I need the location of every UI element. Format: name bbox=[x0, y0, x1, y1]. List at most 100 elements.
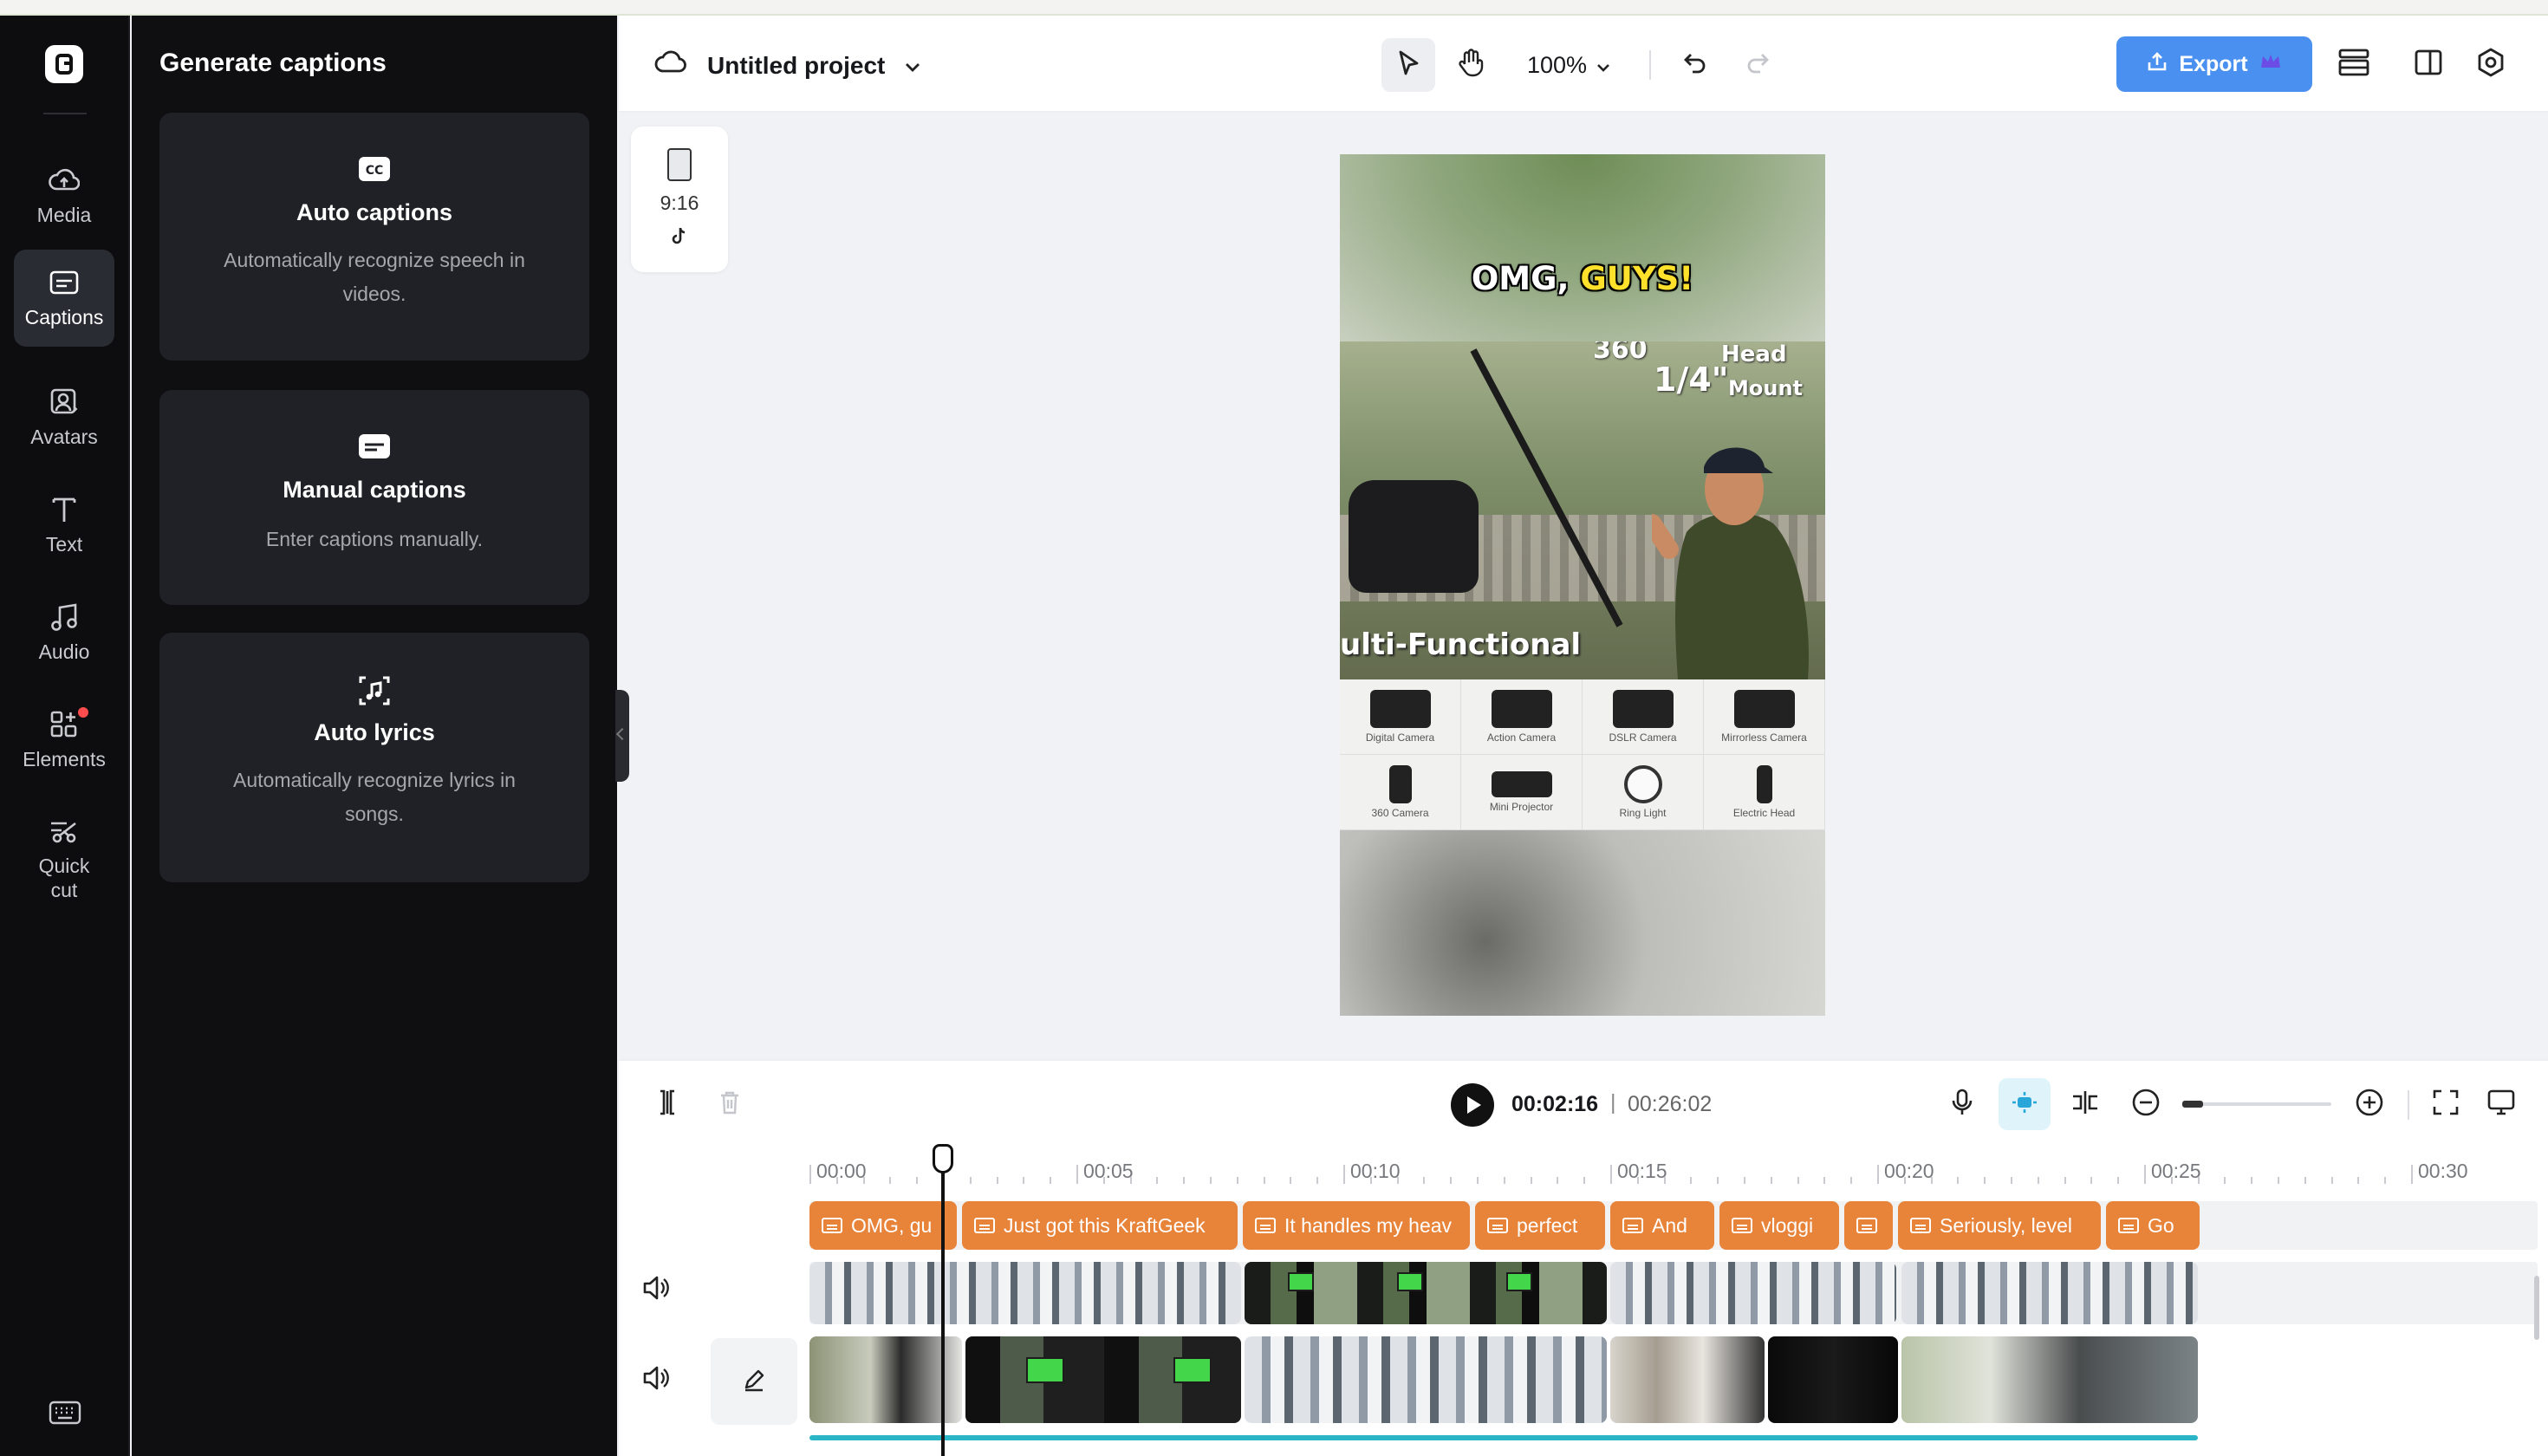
keyboard-shortcuts-icon[interactable] bbox=[49, 1400, 81, 1426]
layers-button[interactable] bbox=[2335, 45, 2373, 83]
delete-button[interactable] bbox=[711, 1085, 749, 1123]
ruler-tick bbox=[1957, 1177, 1960, 1184]
split-button[interactable] bbox=[648, 1085, 686, 1123]
chevron-down-icon bbox=[904, 52, 921, 80]
auto-snap-toggle[interactable] bbox=[1999, 1078, 2051, 1130]
ruler-tick bbox=[2357, 1177, 2360, 1184]
zoom-dropdown[interactable]: 100% bbox=[1527, 52, 1611, 79]
project-menu[interactable]: Untitled project bbox=[653, 49, 921, 82]
edit-cover-button[interactable] bbox=[711, 1338, 797, 1425]
ruler-tick bbox=[1129, 1177, 1132, 1184]
auto-captions-card[interactable]: CC Auto captions Automatically recognize… bbox=[159, 113, 589, 361]
sidebar-item-quick-cut[interactable]: Quick cut bbox=[14, 803, 114, 915]
fit-timeline-button[interactable] bbox=[2427, 1085, 2465, 1123]
video-preview[interactable]: OMG, GUYS! 360 1/4" Head Mount ulti-Func… bbox=[1340, 154, 1825, 1016]
aspect-ratio-selector[interactable]: 9:16 bbox=[631, 127, 728, 272]
auto-lyrics-card[interactable]: Auto lyrics Automatically recognize lyri… bbox=[159, 633, 589, 882]
sidebar-item-audio[interactable]: Audio bbox=[14, 588, 114, 678]
zoom-out-button[interactable] bbox=[2127, 1085, 2165, 1123]
caption-clip[interactable]: It handles my heav bbox=[1243, 1201, 1470, 1250]
app-logo[interactable] bbox=[45, 45, 83, 83]
manual-captions-card[interactable]: Manual captions Enter captions manually. bbox=[159, 390, 589, 605]
undo-button[interactable] bbox=[1668, 38, 1722, 92]
collapse-panel-handle[interactable] bbox=[615, 690, 629, 782]
device-label: Digital Camera bbox=[1365, 731, 1435, 744]
video-clip[interactable] bbox=[1610, 1336, 1765, 1423]
export-button[interactable]: Export bbox=[2116, 36, 2312, 92]
video-clip[interactable] bbox=[1901, 1262, 2198, 1324]
upload-icon bbox=[2146, 50, 2168, 79]
video-clip[interactable] bbox=[1610, 1262, 1896, 1324]
time-ruler[interactable]: 00:00 00:05 00:10 00:15 00:20 00:25 00:3… bbox=[619, 1146, 2548, 1184]
ruler-tick bbox=[1023, 1177, 1025, 1184]
preview-mode-button[interactable] bbox=[2482, 1085, 2520, 1123]
zoom-in-button[interactable] bbox=[2350, 1085, 2389, 1123]
captions-icon bbox=[49, 267, 80, 298]
video-clip[interactable] bbox=[1768, 1336, 1898, 1423]
layout-toggle-button[interactable] bbox=[2409, 45, 2447, 83]
caption-clip[interactable]: And bbox=[1610, 1201, 1714, 1250]
ruler-tick bbox=[916, 1177, 919, 1184]
ruler-tick bbox=[1690, 1177, 1693, 1184]
ruler-tick bbox=[1903, 1177, 1906, 1184]
video-clip[interactable] bbox=[1901, 1336, 2198, 1423]
video-clip[interactable] bbox=[965, 1336, 1241, 1423]
cursor-arrow-icon bbox=[1395, 49, 1421, 81]
rail-divider bbox=[43, 113, 87, 114]
hand-tool-button[interactable] bbox=[1444, 38, 1498, 92]
sidebar-item-media[interactable]: Media bbox=[14, 151, 114, 241]
sidebar-item-elements[interactable]: Elements bbox=[14, 695, 114, 785]
caption-clip[interactable]: vloggi bbox=[1719, 1201, 1839, 1250]
current-time: 00:02:16 bbox=[1511, 1092, 1599, 1116]
caption-clip[interactable]: Just got this KraftGeek bbox=[962, 1201, 1238, 1250]
ruler-tick bbox=[996, 1177, 998, 1184]
toolbar-divider bbox=[1649, 50, 1652, 80]
cc-icon: CC bbox=[357, 154, 392, 185]
video-clip[interactable] bbox=[1245, 1262, 1607, 1324]
device-cell: Ring Light bbox=[1583, 755, 1704, 830]
video-clip[interactable] bbox=[809, 1262, 1241, 1324]
ruler-label: 00:05 bbox=[1083, 1160, 1134, 1182]
timeline-zoom-slider[interactable] bbox=[2182, 1101, 2331, 1108]
zoom-slider-handle[interactable] bbox=[2182, 1101, 2203, 1108]
track-audio-toggle[interactable] bbox=[641, 1274, 676, 1309]
redo-button[interactable] bbox=[1731, 38, 1784, 92]
timeline-scrollbar[interactable] bbox=[2534, 1276, 2539, 1340]
caption-clip-text: vloggi bbox=[1761, 1213, 1814, 1237]
card-title: Auto lyrics bbox=[314, 719, 435, 745]
device-cell: Action Camera bbox=[1461, 679, 1583, 755]
select-tool-button[interactable] bbox=[1381, 38, 1435, 92]
ruler-label: 00:00 bbox=[816, 1160, 867, 1182]
sidebar-item-label: Avatars bbox=[30, 426, 98, 448]
timeline[interactable]: 00:00 00:05 00:10 00:15 00:20 00:25 00:3… bbox=[619, 1146, 2548, 1456]
video-clip[interactable] bbox=[1245, 1336, 1607, 1423]
caption-clip[interactable] bbox=[1844, 1201, 1893, 1250]
sidebar-item-captions[interactable]: Captions bbox=[14, 250, 114, 347]
sidebar-item-text[interactable]: Text bbox=[14, 480, 114, 570]
caption-overlay[interactable]: OMG, GUYS! bbox=[1340, 260, 1825, 297]
settings-button[interactable] bbox=[2472, 45, 2510, 83]
caption-clip[interactable]: Go bbox=[2106, 1201, 2200, 1250]
canvas-tools: 100% bbox=[1381, 38, 1784, 92]
caption-clip[interactable]: perfect bbox=[1475, 1201, 1605, 1250]
audio-track-strip[interactable] bbox=[809, 1435, 2198, 1440]
record-voice-button[interactable] bbox=[1943, 1085, 1981, 1123]
video-clip[interactable] bbox=[809, 1336, 962, 1423]
ruler-tick bbox=[2117, 1177, 2120, 1184]
caption-clip[interactable]: OMG, gu bbox=[809, 1201, 957, 1250]
card-description: Automatically recognize lyrics in songs. bbox=[233, 769, 516, 825]
caption-clip[interactable]: Seriously, level bbox=[1898, 1201, 2101, 1250]
minus-circle-icon bbox=[2131, 1088, 2161, 1121]
ruler-label: 00:30 bbox=[2418, 1160, 2468, 1182]
playhead-handle[interactable] bbox=[933, 1144, 953, 1173]
sidebar-item-avatars[interactable]: Avatars bbox=[14, 373, 114, 463]
split-at-playhead-button[interactable] bbox=[2066, 1085, 2104, 1123]
ruler-tick bbox=[1583, 1177, 1586, 1184]
ruler-tick bbox=[1877, 1165, 1879, 1184]
split-icon bbox=[654, 1089, 680, 1121]
track-audio-toggle[interactable] bbox=[641, 1364, 676, 1399]
device-label: Electric Head bbox=[1732, 807, 1796, 819]
ruler-tick bbox=[1396, 1177, 1399, 1184]
play-button[interactable] bbox=[1451, 1083, 1494, 1127]
caption-clip-text: Go bbox=[2148, 1213, 2174, 1237]
